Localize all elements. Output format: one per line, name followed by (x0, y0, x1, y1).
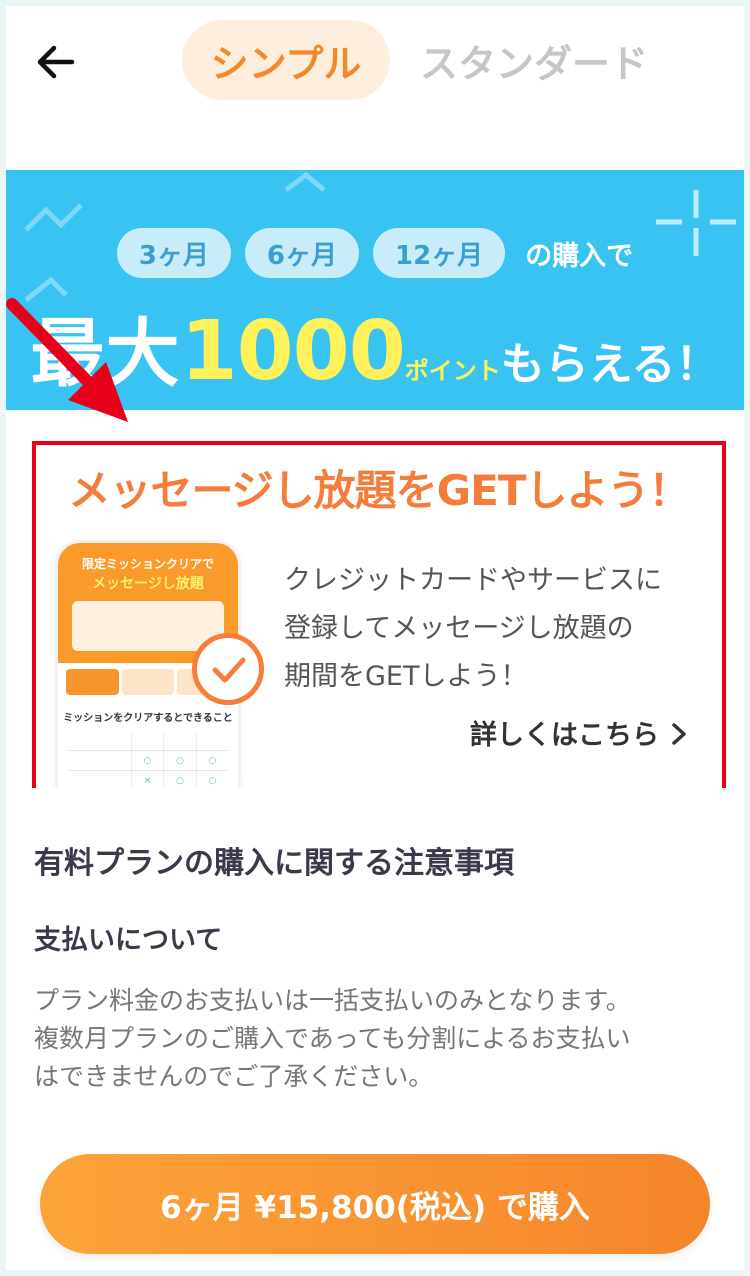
payment-title: 支払いについて (34, 925, 223, 956)
banner-number: 1000 (180, 304, 406, 399)
payment-body: プラン料金のお支払いは一括支払いのみとなります。 複数月プランのご購入であっても… (34, 982, 724, 1096)
phone-table: ○ ○ ○ × ○ ○ (68, 731, 228, 789)
message-unlimited-card[interactable]: メッセージし放題をGETしよう！ 限定ミッションクリアで メッセージし放題 ミッ… (32, 441, 726, 793)
card-title: メッセージし放題をGETしよう！ (68, 466, 691, 515)
phone-headline: 限定ミッションクリアで (81, 557, 214, 571)
banner-rest: もらえる！ (500, 339, 720, 390)
phone-table-title: ミッションをクリアするとできること (63, 713, 233, 724)
banner-suffix: の購入で (525, 240, 634, 272)
details-link-label: 詳しくはこちら (470, 720, 659, 751)
banner-unit: ポイント (404, 357, 501, 385)
plan-duration-row: 3ヶ月 6ヶ月 12ヶ月 の購入で (6, 228, 744, 278)
annotation-arrow (6, 298, 128, 422)
pill-12-months: 12ヶ月 (373, 228, 506, 278)
card-description: クレジットカードやサービスに 登録してメッセージし放題の 期間をGETしよう！ (284, 557, 714, 701)
tab-standard[interactable]: スタンダード (404, 20, 664, 100)
description-line: 登録してメッセージし放題の (284, 613, 634, 644)
header: シンプル スタンダード (6, 6, 744, 116)
notes-title: 有料プランの購入に関する注意事項 (34, 846, 514, 881)
pill-6-months: 6ヶ月 (244, 228, 359, 278)
payment-line: はできませんのでご了承ください。 (34, 1062, 434, 1091)
chevron-right-icon (672, 723, 687, 745)
payment-line: 複数月プランのご購入であっても分割によるお支払い (34, 1024, 631, 1053)
app-frame: シンプル スタンダード 3ヶ月 6ヶ月 12ヶ月 の購入で 最大1000ポイント… (6, 6, 744, 1270)
description-line: クレジットカードやサービスに (284, 565, 662, 596)
pill-3-months: 3ヶ月 (116, 228, 231, 278)
description-line: 期間をGETしよう！ (284, 661, 528, 692)
tab-simple[interactable]: シンプル (182, 20, 390, 100)
payment-line: プラン料金のお支払いは一括支払いのみとなります。 (34, 986, 631, 1015)
check-circle-icon (192, 633, 264, 705)
arrow-left-icon (37, 45, 75, 79)
back-button[interactable] (32, 38, 80, 86)
phone-headline-accent: メッセージし放題 (92, 576, 204, 592)
purchase-button[interactable]: 6ヶ月 ¥15,800(税込) で購入 (40, 1154, 710, 1254)
details-link[interactable]: 詳しくはこちら (470, 713, 690, 752)
